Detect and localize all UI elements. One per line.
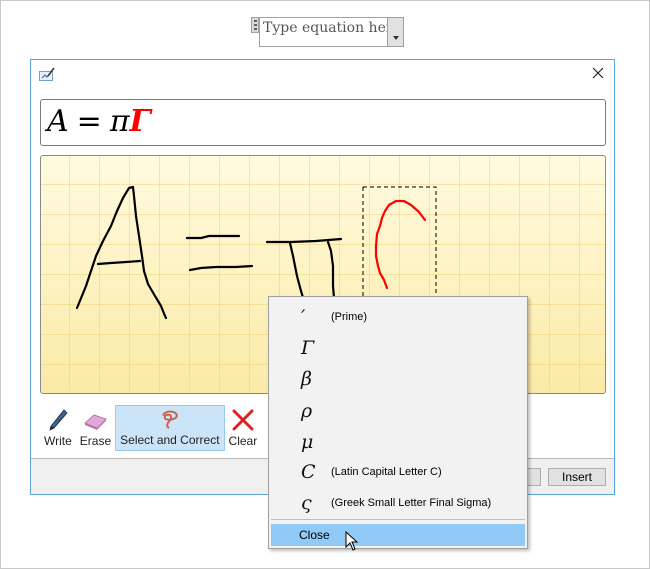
menu-symbol: ρ	[301, 399, 313, 422]
ink-stroke-pi-top	[265, 237, 343, 244]
equation-field[interactable]: Type equation here.	[259, 17, 387, 47]
clear-tool-button[interactable]: Clear	[225, 405, 262, 451]
close-icon[interactable]	[590, 65, 606, 81]
menu-symbol: β	[301, 367, 312, 390]
selection-box	[362, 186, 437, 299]
menu-close-item[interactable]: Close	[271, 524, 525, 546]
menu-item-final-sigma[interactable]: ς (Greek Small Letter Final Sigma)	[269, 487, 527, 518]
equation-options-dropdown[interactable]	[387, 17, 404, 47]
ink-stroke-equals-top	[185, 234, 241, 240]
preview-var-a: A	[47, 104, 69, 139]
erase-tool-button[interactable]: Erase	[76, 405, 115, 451]
menu-description: (Latin Capital Letter C)	[331, 465, 442, 478]
select-and-correct-label: Select and Correct	[120, 433, 220, 447]
ink-stroke-selected-c	[374, 199, 427, 290]
clear-label: Clear	[228, 434, 258, 448]
select-and-correct-tool-button[interactable]: Select and Correct	[115, 405, 225, 451]
write-label: Write	[44, 434, 72, 448]
menu-item-rho[interactable]: ρ	[269, 395, 527, 426]
menu-symbol: ς	[301, 491, 312, 514]
menu-symbol: ′	[301, 305, 306, 328]
menu-separator	[271, 519, 525, 520]
ink-stroke-equals-bottom	[188, 264, 254, 272]
drag-handle-icon[interactable]	[251, 17, 259, 33]
pen-icon	[49, 409, 68, 431]
menu-item-gamma[interactable]: Γ	[269, 332, 527, 363]
preview-equals: =	[76, 104, 102, 139]
lasso-icon	[162, 410, 178, 429]
ink-stroke-pi-right	[326, 240, 336, 300]
ink-stroke-a	[75, 185, 168, 320]
correction-menu: ′ (Prime) Γ β ρ μ C (Latin Capital Lette…	[268, 296, 528, 549]
equation-placeholder-text: Type equation here.	[263, 20, 387, 36]
equation-preview: A = πΓ	[40, 99, 606, 146]
equation-placeholder[interactable]: Type equation here.	[251, 17, 404, 47]
menu-symbol: Γ	[301, 336, 315, 359]
ink-stroke-pi-left	[288, 241, 306, 303]
erase-label: Erase	[79, 434, 112, 448]
menu-item-prime[interactable]: ′ (Prime)	[269, 301, 527, 332]
ink-toolbar: Write Erase Select and Correct Clear	[31, 400, 261, 458]
eraser-icon	[84, 414, 108, 430]
menu-item-latin-c[interactable]: C (Latin Capital Letter C)	[269, 456, 527, 487]
menu-description: (Greek Small Letter Final Sigma)	[331, 496, 492, 509]
preview-selected-gamma: Γ	[129, 104, 151, 139]
preview-pi: π	[109, 104, 130, 139]
write-tool-button[interactable]: Write	[40, 405, 76, 451]
insert-button[interactable]: Insert	[548, 468, 606, 486]
red-x-icon	[232, 409, 254, 431]
menu-symbol: μ	[301, 430, 314, 453]
menu-item-mu[interactable]: μ	[269, 426, 527, 457]
menu-item-beta[interactable]: β	[269, 363, 527, 394]
mouse-pointer-icon	[345, 531, 359, 551]
menu-symbol: C	[301, 460, 316, 483]
ink-stroke-a-bar	[96, 259, 142, 266]
menu-description: (Prime)	[331, 310, 368, 323]
math-input-app-icon	[39, 67, 55, 81]
